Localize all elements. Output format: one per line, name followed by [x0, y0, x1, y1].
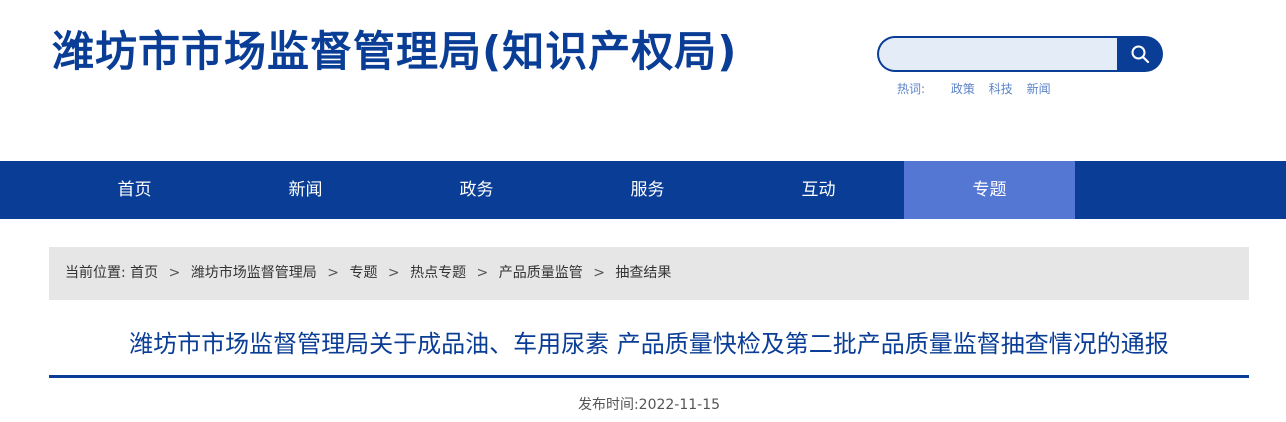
breadcrumb-link[interactable]: 专题 — [349, 265, 377, 281]
breadcrumb-link[interactable]: 热点专题 — [410, 265, 466, 281]
nav-item-topics[interactable]: 专题 — [904, 161, 1075, 219]
search-input[interactable] — [877, 36, 1129, 72]
breadcrumb: 当前位置: 首页 > 潍坊市场监督管理局 > 专题 > 热点专题 > 产品质量监… — [49, 247, 1249, 300]
breadcrumb-link[interactable]: 首页 — [130, 265, 158, 281]
nav-item-home[interactable]: 首页 — [49, 161, 220, 219]
breadcrumb-separator: > — [387, 265, 400, 281]
nav-item-interaction[interactable]: 互动 — [733, 161, 904, 219]
hotwords: 热词: 政策 科技 新闻 — [897, 80, 1061, 97]
breadcrumb-separator: > — [593, 265, 605, 281]
search-icon — [1131, 45, 1150, 64]
breadcrumb-link[interactable]: 产品质量监管 — [499, 265, 583, 281]
title-divider — [49, 375, 1249, 378]
nav-item-government[interactable]: 政务 — [391, 161, 562, 219]
hotword-link[interactable]: 科技 — [989, 82, 1013, 96]
publish-label: 发布时间: — [577, 397, 639, 413]
main-nav: 首页 新闻 政务 服务 互动 专题 — [0, 161, 1286, 219]
breadcrumb-separator: > — [476, 265, 489, 281]
breadcrumb-separator: > — [168, 265, 181, 281]
publish-date: 2022-11-15 — [638, 397, 721, 413]
nav-item-services[interactable]: 服务 — [562, 161, 733, 219]
site-title: 潍坊市市场监督管理局(知识产权局) — [52, 27, 738, 76]
article-title: 潍坊市市场监督管理局关于成品油、车用尿素 产品质量快检及第二批产品质量监督抽查情… — [129, 330, 1169, 358]
publish-time: 发布时间:2022-11-15 — [49, 394, 1249, 414]
search-box — [877, 36, 1163, 72]
breadcrumb-link[interactable]: 抽查结果 — [615, 265, 671, 281]
breadcrumb-prefix: 当前位置: — [65, 265, 126, 281]
search-button[interactable] — [1117, 36, 1163, 72]
hotword-link[interactable]: 新闻 — [1027, 82, 1051, 96]
breadcrumb-link[interactable]: 潍坊市场监督管理局 — [191, 265, 317, 281]
breadcrumb-separator: > — [327, 265, 339, 281]
hotword-link[interactable]: 政策 — [951, 82, 975, 96]
nav-item-news[interactable]: 新闻 — [220, 161, 391, 219]
hotwords-label: 热词: — [897, 82, 926, 96]
